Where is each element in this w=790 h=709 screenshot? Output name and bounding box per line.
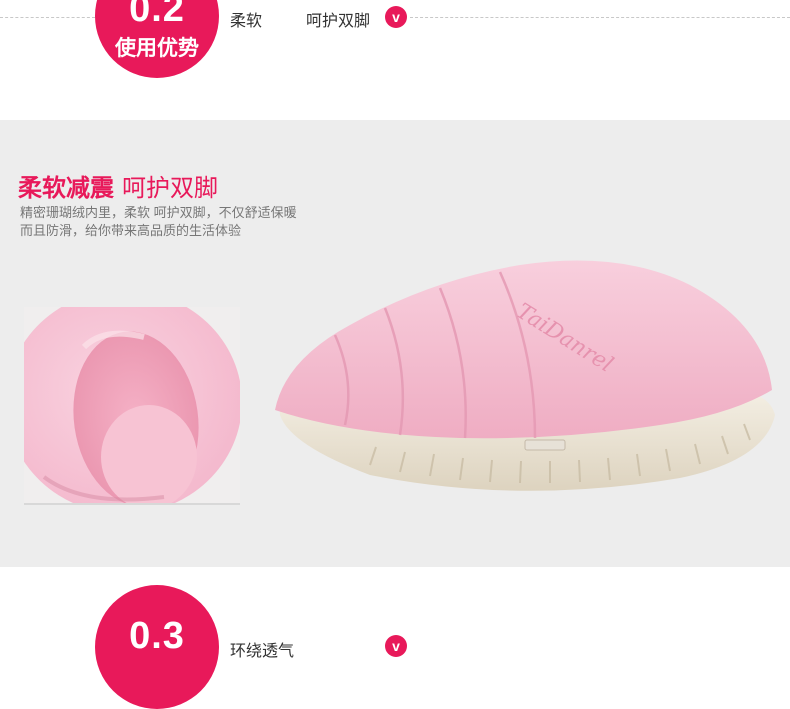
slipper-inner-closeup-image xyxy=(24,307,240,505)
section-number: 0.3 xyxy=(129,615,185,657)
section-number-badge: 0.3 xyxy=(95,585,219,709)
feature-title-light: 呵护双脚 xyxy=(122,175,218,202)
header-keyword-2: 呵护双脚 xyxy=(306,13,371,30)
section-number-badge: 0.2 使用优势 xyxy=(95,0,219,78)
slipper-illustration: TaiDanrel xyxy=(275,260,775,491)
header-keyword: 环绕透气 xyxy=(230,643,295,660)
check-v-icon: v xyxy=(385,635,407,657)
section-header-02: 0.2 使用优势 柔软 呵护双脚 v xyxy=(0,0,790,110)
header-keyword: 柔软 xyxy=(230,13,263,30)
section-header-03: 0.3 环绕透气 v xyxy=(0,585,790,709)
feature-description-line2: 而且防滑，给你带来高品质的生活体验 xyxy=(20,223,242,238)
slipper-interior-illustration xyxy=(24,307,240,503)
feature-title: 柔软减震 呵护双脚 xyxy=(18,168,218,203)
section-number: 0.2 xyxy=(129,0,185,30)
feature-banner: 柔软减震 呵护双脚 精密珊瑚绒内里，柔软 呵护双脚，不仅舒适保暖 而且防滑，给你带… xyxy=(0,120,790,567)
check-v-icon: v xyxy=(385,6,407,28)
feature-description-line1: 精密珊瑚绒内里，柔软 呵护双脚，不仅舒适保暖 xyxy=(20,205,297,220)
feature-title-bold: 柔软减震 xyxy=(18,175,114,202)
slipper-product-image: TaiDanrel xyxy=(260,240,790,567)
section-subtitle: 使用优势 xyxy=(115,37,199,60)
dashed-divider xyxy=(0,17,95,18)
dashed-divider xyxy=(410,17,790,18)
